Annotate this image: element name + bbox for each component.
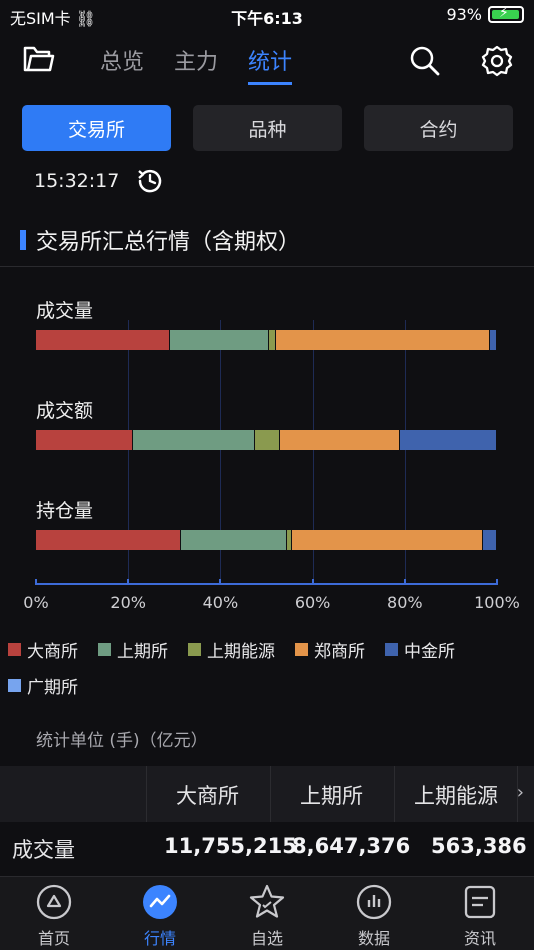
bottom-nav-label: 行情 <box>143 929 176 948</box>
legend-label: 广期所 <box>27 677 78 698</box>
legend-label: 上期能源 <box>207 641 275 662</box>
legend-swatch <box>8 642 21 656</box>
search-icon[interactable] <box>408 44 442 78</box>
legend-item[interactable]: 大商所 <box>8 640 78 662</box>
cell-shfe: 8,647,376 <box>292 834 411 858</box>
gear-icon[interactable] <box>480 44 514 78</box>
legend-item[interactable]: 上期能源 <box>188 640 275 662</box>
bar-segment[interactable] <box>483 530 496 550</box>
category-label: 持仓量 <box>36 500 94 522</box>
star-icon <box>249 884 285 918</box>
tab-overview[interactable]: 总览 <box>100 44 144 85</box>
bar-segment[interactable] <box>132 430 254 450</box>
status-bar: 无SIM卡 ⛓ 下午6:13 93% ⚡ <box>0 0 534 30</box>
cell-dce: 11,755,215 <box>164 834 297 858</box>
folder-icon[interactable] <box>22 44 56 74</box>
bar-segment[interactable] <box>275 330 490 350</box>
legend-item[interactable]: 上期所 <box>98 640 168 662</box>
row-label: 成交量 <box>12 838 75 862</box>
bar-segment[interactable] <box>169 330 268 350</box>
legend-swatch <box>98 642 111 656</box>
header-dce: 大商所 <box>176 784 239 808</box>
legend-label: 上期所 <box>117 641 168 662</box>
bottom-nav-market[interactable]: 行情 <box>120 883 200 949</box>
battery-percent: 93% <box>446 5 482 24</box>
bar-segment[interactable] <box>287 530 291 550</box>
bar-segment[interactable] <box>254 430 280 450</box>
bar-segment[interactable] <box>36 430 132 450</box>
chart-legend: 大商所 上期所 上期能源 郑商所 中金所广期所 <box>8 640 528 698</box>
bottom-nav-label: 首页 <box>37 929 70 948</box>
tab-main[interactable]: 主力 <box>174 44 218 85</box>
header-ine: 上期能源 <box>414 784 498 808</box>
segment-control: 交易所 品种 合约 <box>22 105 513 151</box>
legend-label: 中金所 <box>404 641 455 662</box>
section-title: 交易所汇总行情（含期权） <box>36 230 301 255</box>
bottom-nav-news[interactable]: 资讯 <box>440 883 520 949</box>
main-tabs: 总览 主力 统计 <box>100 44 293 85</box>
category-label: 成交量 <box>36 300 94 322</box>
x-tick-label: 80% <box>387 593 423 612</box>
home-icon <box>36 884 72 920</box>
divider <box>0 266 534 267</box>
section-header: 交易所汇总行情（含期权） <box>20 224 300 256</box>
x-axis <box>36 583 497 585</box>
bar-segment[interactable] <box>181 530 287 550</box>
table-row[interactable]: 成交量 11,755,215 8,647,376 563,386 <box>0 822 534 874</box>
bottom-nav-label: 资讯 <box>463 929 496 948</box>
bottom-nav-home[interactable]: 首页 <box>14 883 94 949</box>
battery-icon: ⚡ <box>488 5 524 23</box>
bar-segment[interactable] <box>36 530 181 550</box>
bottom-nav-watchlist[interactable]: 自选 <box>227 883 307 949</box>
update-time-row: 15:32:17 <box>34 166 165 196</box>
legend-swatch <box>8 678 21 692</box>
x-tick-label: 20% <box>110 593 146 612</box>
bar-segment[interactable] <box>400 430 496 450</box>
segment-exchange[interactable]: 交易所 <box>22 105 171 151</box>
bar-segment[interactable] <box>280 430 400 450</box>
table-header: 大商所 上期所 上期能源 › <box>0 766 534 822</box>
x-tick-label: 0% <box>23 593 49 612</box>
cell-ine: 563,386 <box>431 834 527 858</box>
legend-label: 郑商所 <box>314 641 365 662</box>
legend-item[interactable]: 广期所 <box>8 676 78 698</box>
bar-segment[interactable] <box>291 530 483 550</box>
section-marker <box>20 230 26 250</box>
stacked-bar-chart: 0% 20% 40% 60% 80% 100% 成交量成交额持仓量 <box>0 280 534 620</box>
tab-stats[interactable]: 统计 <box>248 44 293 85</box>
legend-label: 大商所 <box>27 641 78 662</box>
update-time: 15:32:17 <box>34 170 120 192</box>
legend-swatch <box>295 642 308 656</box>
x-tick-label: 60% <box>294 593 331 612</box>
bar-segment[interactable] <box>36 330 169 350</box>
legend-swatch <box>385 642 398 656</box>
x-tick-label: 100% <box>474 593 520 612</box>
bottom-nav-label: 数据 <box>357 929 390 948</box>
legend-swatch <box>188 642 201 656</box>
trend-icon <box>143 885 177 919</box>
legend-item[interactable]: 郑商所 <box>295 640 365 662</box>
legend-item[interactable]: 中金所 <box>385 640 455 662</box>
x-tick-label: 40% <box>202 593 239 612</box>
battery-group: 93% ⚡ <box>446 5 524 24</box>
header-shfe: 上期所 <box>300 784 363 808</box>
bar-segment[interactable] <box>490 330 496 350</box>
bottom-nav-label: 自选 <box>250 929 283 948</box>
bar-segment[interactable] <box>268 330 275 350</box>
bottom-nav: 首页 行情 自选 数据 资讯 <box>0 876 534 950</box>
top-nav: 总览 主力 统计 <box>0 38 534 88</box>
segment-variety[interactable]: 品种 <box>193 105 342 151</box>
unit-note: 统计单位 (手)（亿元） <box>36 731 208 751</box>
history-icon[interactable] <box>135 166 165 196</box>
category-label: 成交额 <box>36 400 94 422</box>
bar-chart-icon <box>356 884 392 920</box>
news-icon <box>464 885 496 919</box>
segment-contract[interactable]: 合约 <box>364 105 513 151</box>
bottom-nav-data[interactable]: 数据 <box>334 883 414 949</box>
